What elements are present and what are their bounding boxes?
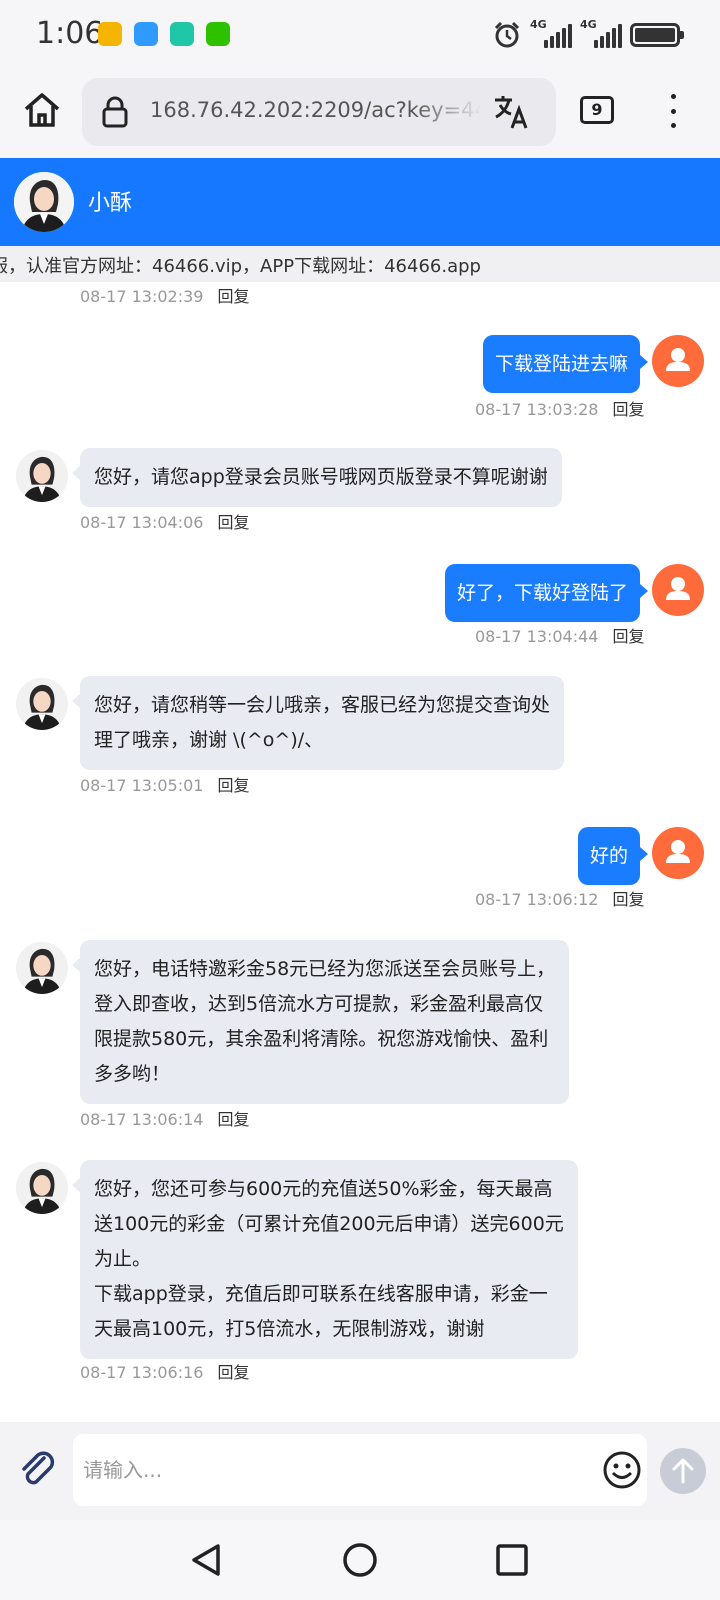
agent-avatar bbox=[16, 942, 68, 994]
agent-message-bubble: 您好，请您稍等一会儿哦亲，客服已经为您提交查询处 理了哦亲，谢谢 \(^o^)/… bbox=[71, 676, 565, 770]
message-meta: 08-17 13:06:14 回复 bbox=[80, 1106, 249, 1130]
notice-text: 服，认准官方网址：46466.vip，APP下载网址：46466.app bbox=[0, 256, 481, 277]
wechat-notification-icon bbox=[206, 22, 230, 46]
signal-strength-icon: 4G bbox=[580, 18, 622, 48]
user-avatar bbox=[652, 827, 704, 879]
agent-name: 小酥 bbox=[88, 191, 133, 216]
agent-avatar bbox=[16, 450, 68, 502]
agent-message-bubble: 您好，您还可参与600元的充值送50%彩金，每天最高 送100元的彩金（可累计充… bbox=[72, 1160, 578, 1359]
message-input-bar bbox=[0, 1422, 720, 1520]
back-icon[interactable] bbox=[186, 1540, 226, 1580]
reply-link[interactable]: 回复 bbox=[217, 287, 249, 306]
user-icon bbox=[666, 577, 690, 600]
arrow-up-icon bbox=[672, 1457, 694, 1484]
status-indicators: 4G 4G bbox=[492, 18, 684, 52]
user-icon bbox=[666, 840, 690, 863]
reply-link[interactable]: 回复 bbox=[217, 1110, 249, 1129]
alarm-icon bbox=[494, 21, 520, 48]
battery-icon bbox=[630, 23, 684, 47]
message-input[interactable] bbox=[73, 1434, 647, 1506]
message-meta: 08-17 13:03:28 回复 bbox=[475, 396, 644, 420]
agent-avatar bbox=[16, 678, 68, 730]
agent-message-bubble: 您好，请您app登录会员账号哦网页版登录不算呢谢谢 bbox=[72, 448, 562, 507]
message-time: 08-17 13:04:44 bbox=[475, 627, 599, 646]
tab-switcher-button[interactable]: 9 bbox=[580, 96, 614, 124]
message-time: 08-17 13:06:14 bbox=[80, 1110, 204, 1129]
lock-icon bbox=[102, 96, 128, 128]
reply-link[interactable]: 回复 bbox=[612, 400, 644, 419]
translate-icon[interactable] bbox=[492, 92, 532, 132]
attachment-icon[interactable] bbox=[16, 1448, 60, 1492]
recents-icon[interactable] bbox=[492, 1540, 532, 1580]
message-meta: 08-17 13:05:01 回复 bbox=[80, 772, 249, 796]
send-button[interactable] bbox=[660, 1448, 706, 1494]
message-meta: 08-17 13:06:16 回复 bbox=[80, 1359, 249, 1383]
user-avatar bbox=[652, 335, 704, 387]
message-notification-icon bbox=[134, 22, 158, 46]
security-notification-icon bbox=[170, 22, 194, 46]
address-bar[interactable]: 168.76.42.202:2209/ac?key=44a2a bbox=[82, 78, 556, 146]
user-message-bubble: 好了，下载好登陆了 bbox=[444, 564, 649, 622]
reply-link[interactable]: 回复 bbox=[217, 513, 249, 532]
message-list[interactable]: 08-17 13:02:39 回复 下载登陆进去嘛 08-17 13:03:28 回… bbox=[0, 282, 720, 1422]
message-meta: 08-17 13:02:39 回复 bbox=[80, 283, 249, 307]
emoji-icon[interactable] bbox=[602, 1450, 642, 1490]
agent-avatar bbox=[14, 172, 74, 232]
system-navigation-bar bbox=[0, 1520, 720, 1600]
browser-toolbar: 168.76.42.202:2209/ac?key=44a2a 9 bbox=[0, 70, 720, 158]
status-bar: 1:06 4G 4G bbox=[0, 0, 720, 70]
chat-header: 小酥 bbox=[0, 158, 720, 246]
reply-link[interactable]: 回复 bbox=[612, 627, 644, 646]
message-time: 08-17 13:05:01 bbox=[80, 776, 204, 795]
user-icon bbox=[666, 348, 690, 371]
user-message-bubble: 下载登陆进去嘛 bbox=[482, 335, 649, 393]
reply-link[interactable]: 回复 bbox=[217, 1363, 249, 1382]
message-time: 08-17 13:02:39 bbox=[80, 287, 204, 306]
message-time: 08-17 13:03:28 bbox=[475, 400, 599, 419]
home-icon[interactable] bbox=[22, 90, 62, 130]
user-message-bubble: 好的 bbox=[577, 827, 649, 885]
agent-avatar bbox=[16, 1162, 68, 1214]
signal-strength-icon: 4G bbox=[530, 18, 572, 48]
home-circle-icon[interactable] bbox=[340, 1540, 380, 1580]
message-time: 08-17 13:04:06 bbox=[80, 513, 204, 532]
app-notification-icon bbox=[98, 22, 122, 46]
message-time: 08-17 13:06:12 bbox=[475, 890, 599, 909]
message-meta: 08-17 13:04:06 回复 bbox=[80, 509, 249, 533]
user-avatar bbox=[652, 564, 704, 616]
message-meta: 08-17 13:06:12 回复 bbox=[475, 886, 644, 910]
status-time: 1:06 bbox=[36, 16, 104, 51]
message-meta: 08-17 13:04:44 回复 bbox=[475, 623, 644, 647]
message-time: 08-17 13:06:16 bbox=[80, 1363, 204, 1382]
reply-link[interactable]: 回复 bbox=[612, 890, 644, 909]
agent-message-bubble: 您好，电话特邀彩金58元已经为您派送至会员账号上， 登入即查收，达到5倍流水方可… bbox=[71, 940, 570, 1104]
reply-link[interactable]: 回复 bbox=[217, 776, 249, 795]
more-menu-icon[interactable] bbox=[666, 94, 680, 128]
notice-marquee: 服，认准官方网址：46466.vip，APP下载网址：46466.app bbox=[0, 246, 720, 282]
